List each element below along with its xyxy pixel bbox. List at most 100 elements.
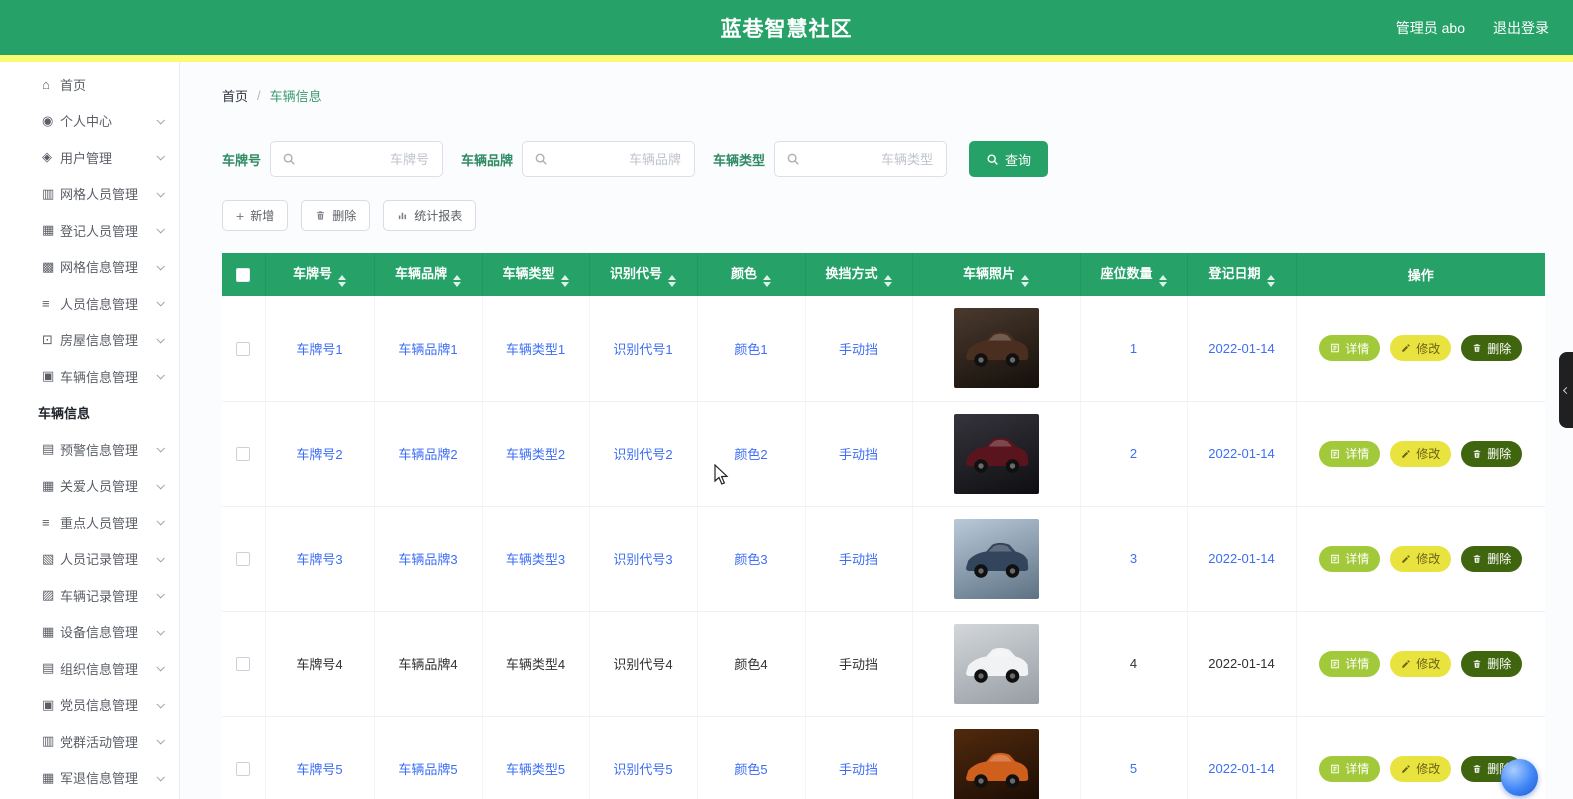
edit-button[interactable]: 修改 <box>1390 545 1452 572</box>
admin-label[interactable]: 管理员 abo <box>1396 18 1465 38</box>
cell-type: 车辆类型3 <box>482 506 590 612</box>
select-all-checkbox[interactable] <box>236 268 251 283</box>
sidebar-item-profile[interactable]: ◉ 个人中心 <box>0 103 179 140</box>
sidebar-item-veteran-info-mgmt[interactable]: ▦ 军退信息管理 <box>0 760 179 797</box>
doc-icon <box>1331 554 1340 563</box>
edit-button[interactable]: 修改 <box>1390 755 1452 782</box>
delete-button[interactable]: 删除 <box>301 200 371 231</box>
column-header[interactable]: 车辆类型 <box>482 253 590 296</box>
row-checkbox[interactable] <box>236 342 251 357</box>
chevron-down-icon <box>156 334 165 344</box>
sort-icon[interactable] <box>1266 274 1275 287</box>
search-icon <box>987 153 998 165</box>
sort-icon[interactable] <box>453 274 461 287</box>
sort-icon[interactable] <box>1021 274 1029 287</box>
sidebar-item-house-info-mgmt[interactable]: ⊡ 房屋信息管理 <box>0 322 179 359</box>
sidebar-item-user-mgmt[interactable]: ◈ 用户管理 <box>0 139 179 176</box>
chevron-down-icon <box>156 590 165 599</box>
type-input-wrap <box>774 141 948 177</box>
side-panel-handle[interactable] <box>1559 352 1573 428</box>
chevron-down-icon <box>156 444 165 453</box>
column-header[interactable]: 颜色 <box>697 253 806 296</box>
sidebar-item-home[interactable]: ⌂ 首页 <box>0 66 179 103</box>
breadcrumb-current: 车辆信息 <box>269 89 322 104</box>
detail-button[interactable]: 详情 <box>1319 755 1381 782</box>
column-header[interactable]: 换挡方式 <box>805 253 913 296</box>
table-row: 车牌号5 车辆品牌5 车辆类型5 识别代号5 颜色5 手动挡 5 2022-01… <box>222 716 1545 799</box>
brand-input-wrap <box>522 141 696 177</box>
sidebar-item-person-info-mgmt[interactable]: ≡ 人员信息管理 <box>0 285 179 322</box>
chevron-left-icon <box>1562 386 1570 394</box>
detail-button[interactable]: 详情 <box>1319 440 1381 467</box>
table-row: 车牌号2 车辆品牌2 车辆类型2 识别代号2 颜色2 手动挡 2 2022-01… <box>222 401 1545 507</box>
cell-seats: 1 <box>1080 296 1188 402</box>
cell-code: 识别代号1 <box>589 296 698 402</box>
breadcrumb-separator: / <box>257 88 261 103</box>
sidebar-item-warning-info-mgmt[interactable]: ▤ 预警信息管理 <box>0 431 179 468</box>
sidebar-item-label: 预警信息管理 <box>60 442 139 458</box>
sidebar-item-label: 房屋信息管理 <box>60 333 139 349</box>
sidebar-item-device-info-mgmt[interactable]: ▦ 设备信息管理 <box>0 614 179 651</box>
doc-icon: ▤ <box>42 660 55 676</box>
sidebar-item-org-info-mgmt[interactable]: ▤ 组织信息管理 <box>0 650 179 687</box>
filter-label-type: 车辆类型 <box>713 152 766 168</box>
type-search-input[interactable] <box>806 150 936 168</box>
sort-icon[interactable] <box>668 274 676 287</box>
edit-button[interactable]: 修改 <box>1390 440 1452 467</box>
sidebar-item-registrant-mgmt[interactable]: ▦ 登记人员管理 <box>0 212 179 249</box>
sort-icon[interactable] <box>1158 274 1167 287</box>
edit-button[interactable]: 修改 <box>1390 335 1452 362</box>
breadcrumb-home[interactable]: 首页 <box>222 86 248 105</box>
row-checkbox[interactable] <box>236 657 251 672</box>
add-button[interactable]: + 新增 <box>222 200 289 231</box>
sidebar-item-party-activity-mgmt[interactable]: ▥ 党群活动管理 <box>0 723 179 760</box>
sidebar-item-vehicle-info[interactable]: 车辆信息 <box>0 395 179 432</box>
delete-row-button[interactable]: 删除 <box>1461 440 1523 467</box>
delete-row-button[interactable]: 删除 <box>1461 545 1523 572</box>
row-checkbox[interactable] <box>236 447 251 462</box>
sort-icon[interactable] <box>763 274 771 287</box>
search-button[interactable]: 查询 <box>969 141 1049 177</box>
detail-button[interactable]: 详情 <box>1319 335 1381 362</box>
plate-search-input[interactable] <box>302 150 432 168</box>
column-header[interactable]: 车辆品牌 <box>374 253 483 296</box>
column-header[interactable]: 登记日期 <box>1187 253 1297 296</box>
sidebar-item-key-person-mgmt[interactable]: ≡ 重点人员管理 <box>0 504 179 541</box>
column-header[interactable]: 座位数量 <box>1080 253 1188 296</box>
row-checkbox[interactable] <box>236 552 251 567</box>
cell-plate: 车牌号3 <box>265 506 375 612</box>
edit-button[interactable]: 修改 <box>1390 650 1452 677</box>
sidebar-item-vehicle-record-mgmt[interactable]: ▨ 车辆记录管理 <box>0 577 179 614</box>
user-icon: ◉ <box>42 112 54 128</box>
chevron-down-icon <box>156 152 165 161</box>
sidebar-item-grid-staff-mgmt[interactable]: ▥ 网格人员管理 <box>0 176 179 213</box>
plate-input-wrap <box>270 141 444 177</box>
sort-icon[interactable] <box>338 274 346 287</box>
main-content: 首页 / 车辆信息 车牌号 车辆品牌 <box>180 62 1573 799</box>
briefcase-icon: ▦ <box>42 769 55 785</box>
sidebar-item-grid-info-mgmt[interactable]: ▩ 网格信息管理 <box>0 249 179 286</box>
detail-button[interactable]: 详情 <box>1319 545 1381 572</box>
cell-color: 颜色3 <box>697 506 806 612</box>
floating-assistant-button[interactable] <box>1501 759 1538 796</box>
report-button[interactable]: 统计报表 <box>383 200 477 231</box>
delete-row-button[interactable]: 删除 <box>1461 650 1523 677</box>
sort-icon[interactable] <box>883 274 892 287</box>
sidebar-item-care-person-mgmt[interactable]: ▦ 关爱人员管理 <box>0 468 179 505</box>
row-checkbox[interactable] <box>236 762 251 777</box>
trash-icon <box>1473 344 1481 352</box>
pencil-icon <box>1402 344 1410 352</box>
doc-icon <box>1331 659 1340 668</box>
sidebar-item-person-record-mgmt[interactable]: ▧ 人员记录管理 <box>0 541 179 578</box>
sidebar-item-party-member-mgmt[interactable]: ▣ 党员信息管理 <box>0 687 179 724</box>
delete-row-button[interactable]: 删除 <box>1461 335 1523 362</box>
sidebar-item-vehicle-info-mgmt[interactable]: ▣ 车辆信息管理 <box>0 358 179 395</box>
brand-search-input[interactable] <box>554 150 684 168</box>
column-header[interactable]: 车牌号 <box>265 253 375 296</box>
sidebar-item-label: 设备信息管理 <box>60 625 139 641</box>
sort-icon[interactable] <box>560 274 569 287</box>
column-header[interactable]: 车辆照片 <box>912 253 1081 296</box>
column-header[interactable]: 识别代号 <box>589 253 698 296</box>
detail-button[interactable]: 详情 <box>1319 650 1381 677</box>
logout-link[interactable]: 退出登录 <box>1493 18 1549 38</box>
